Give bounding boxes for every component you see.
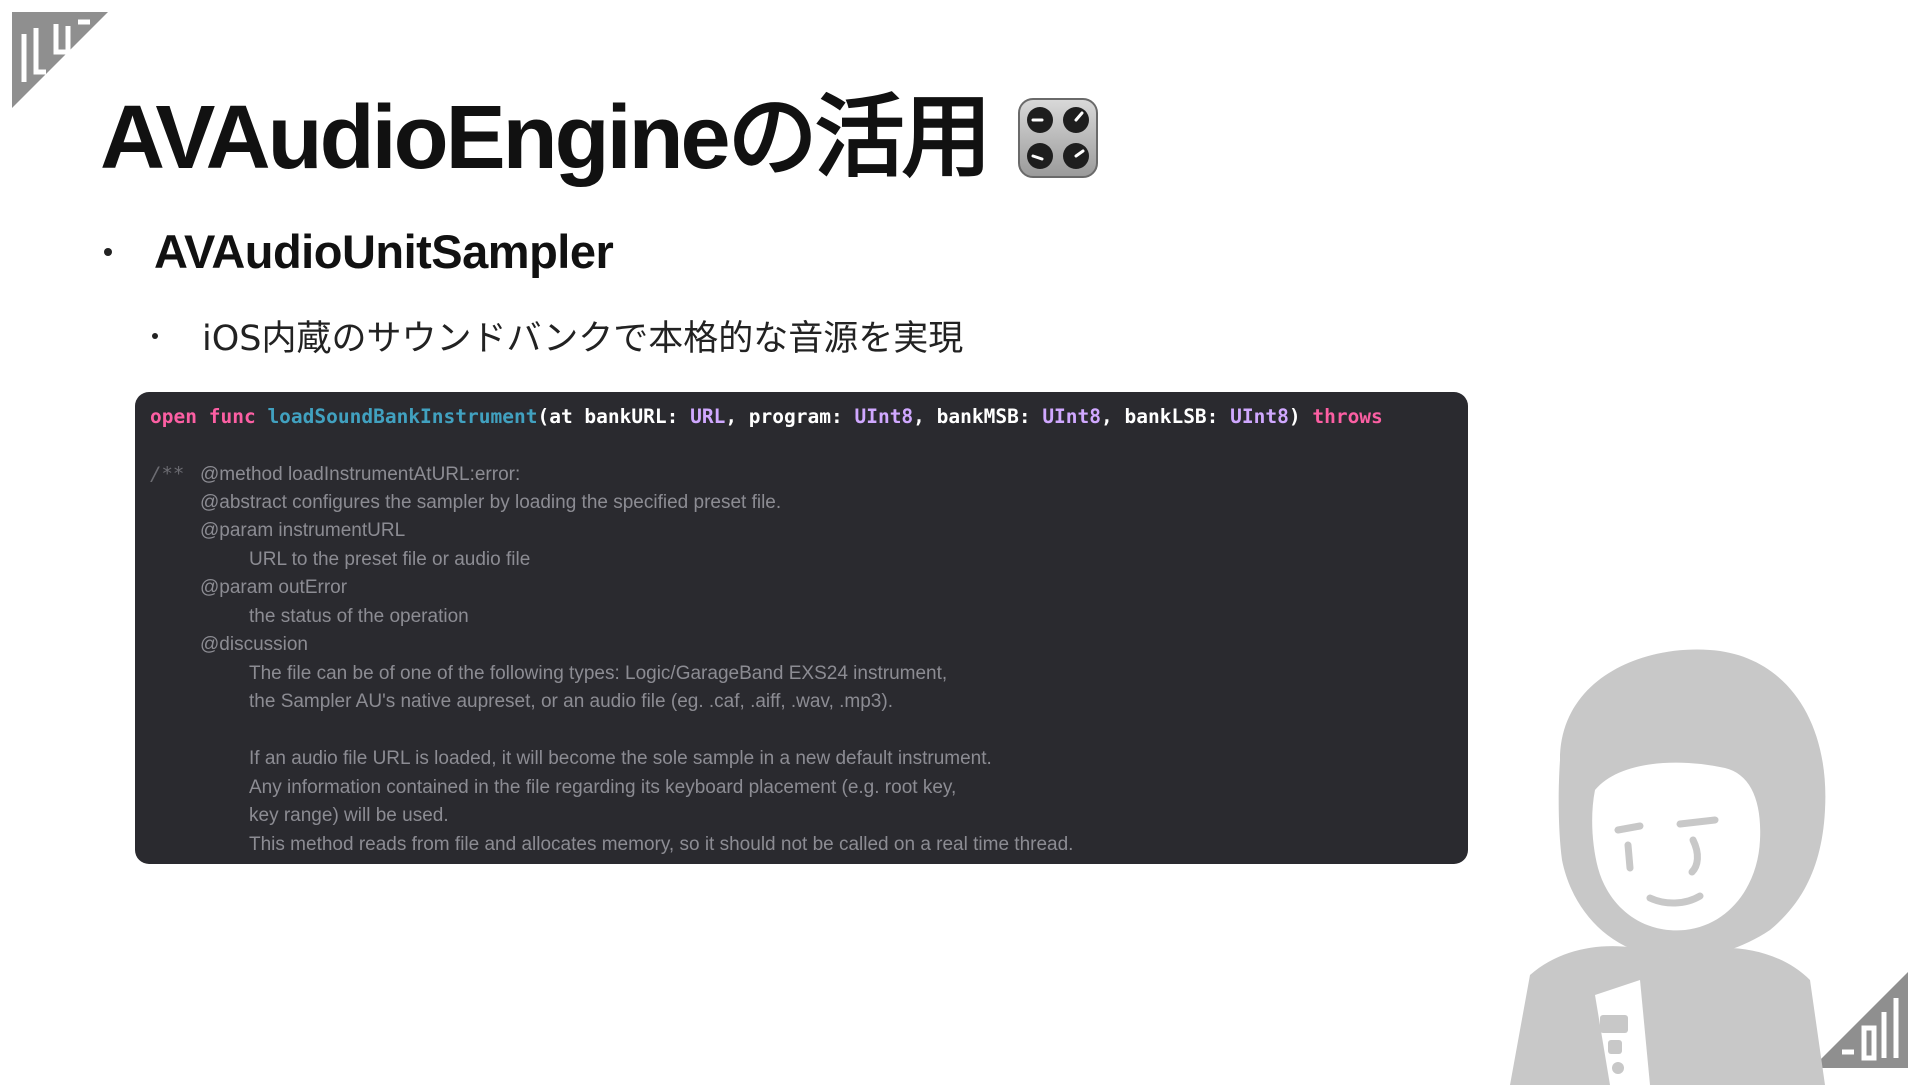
sub-bullet-text: iOS内蔵のサウンドバンクで本格的な音源を実現 xyxy=(202,319,964,359)
doc-line: @param instrumentURL xyxy=(200,520,406,541)
function-name: loadSoundBankInstrument xyxy=(267,405,538,428)
param-text: , bankLSB: xyxy=(1101,405,1231,428)
bullet-item-level-1: AVAudioUnitSampler xyxy=(104,224,614,279)
doc-line: the Sampler AU's native aupreset, or an … xyxy=(249,691,893,712)
doc-line: @param outError xyxy=(200,577,348,598)
slide-title: AVAudioEngineの活用 xyxy=(100,88,1099,188)
doc-line: the status of the operation xyxy=(249,605,469,627)
doc-line: @abstract configures the sampler by load… xyxy=(200,491,782,513)
bullet-dot xyxy=(152,332,158,339)
type-name: UInt8 xyxy=(1042,405,1102,428)
control-knobs-icon xyxy=(1017,98,1098,178)
doc-line: @discussion xyxy=(200,634,308,655)
doc-line: Any information contained in the file re… xyxy=(249,776,957,798)
type-name: UInt8 xyxy=(854,405,914,428)
type-name: UInt8 xyxy=(1230,405,1289,428)
doc-line: The file can be of one of the following … xyxy=(249,662,948,684)
doc-line: URL to the preset file or audio file xyxy=(249,548,531,570)
keyword-func: func xyxy=(208,405,256,428)
avatar-illustration xyxy=(1510,649,1826,1085)
keyword-open: open xyxy=(150,405,197,428)
function-signature: open func loadSoundBankInstrument(at ban… xyxy=(150,402,1468,432)
doc-line: key range) will be used. xyxy=(249,805,449,826)
bullet-item-level-2: iOS内蔵のサウンドバンクで本格的な音源を実現 xyxy=(152,310,963,361)
param-text: , program: xyxy=(725,405,855,428)
doc-comment: /** @method loadInstrumentAtURL:error: @a… xyxy=(150,460,1468,859)
bullet-text: AVAudioUnitSampler xyxy=(154,225,614,278)
param-text: , bankMSB: xyxy=(913,405,1043,428)
corner-logo-top-left xyxy=(12,12,108,108)
doc-line: If an audio file URL is loaded, it will … xyxy=(249,748,992,769)
type-name: URL xyxy=(690,405,726,428)
keyword-throws: throws xyxy=(1312,405,1383,428)
bullet-dot xyxy=(104,247,112,256)
doc-line: This method reads from file and allocate… xyxy=(249,833,1074,855)
doc-line-text: @method loadInstrumentAtURL:error: xyxy=(200,464,521,485)
comment-marker: /** xyxy=(150,463,185,485)
param-text: (at bankURL: xyxy=(537,405,691,428)
param-text: ) xyxy=(1288,405,1313,428)
doc-line: /** @method loadInstrumentAtURL:error: xyxy=(150,460,1468,489)
code-screenshot-panel: open func loadSoundBankInstrument(at ban… xyxy=(135,392,1468,864)
title-text: AVAudioEngineの活用 xyxy=(100,88,992,188)
